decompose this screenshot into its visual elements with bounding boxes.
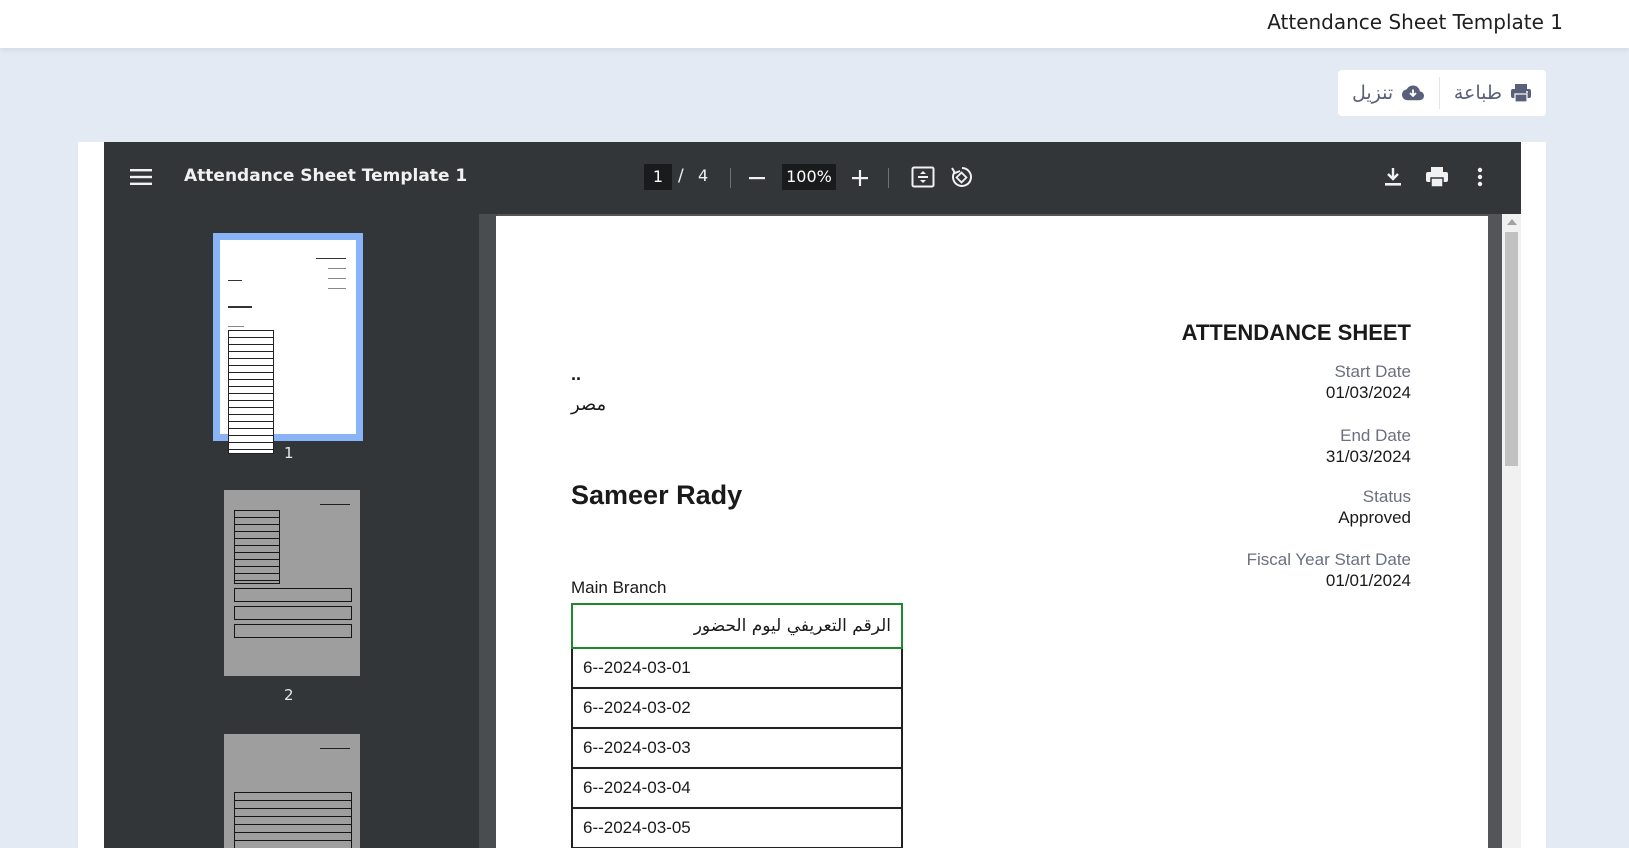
table-row: 6--2024-03-02: [571, 687, 903, 729]
page-number-input[interactable]: 1: [644, 164, 672, 190]
end-date-value: 31/03/2024: [1325, 447, 1411, 466]
attendance-table: الرقم التعريفي ليوم الحضور 6--2024-03-01…: [571, 603, 903, 848]
table-cell: 6--2024-03-01: [571, 647, 903, 689]
table-cell: 6--2024-03-04: [571, 767, 903, 809]
thumbnail-sidebar: 1 2: [104, 214, 479, 848]
content-gutter: [479, 214, 497, 848]
print-button[interactable]: طباعة: [1440, 70, 1546, 116]
scroll-thumb[interactable]: [1505, 232, 1518, 466]
action-bar: تنزيل طباعة: [1338, 70, 1546, 116]
page-thumbnail-2[interactable]: [224, 490, 360, 676]
table-header-cell: الرقم التعريفي ليوم الحضور: [571, 603, 903, 649]
page-thumbnail-1[interactable]: [213, 233, 363, 454]
company-country: مصر: [571, 394, 607, 415]
zoom-in-icon[interactable]: [848, 166, 872, 190]
thumbnail-label: 1: [284, 444, 294, 462]
table-row: 6--2024-03-01: [571, 647, 903, 689]
table-cell: 6--2024-03-05: [571, 807, 903, 848]
branch-name: Main Branch: [571, 578, 667, 597]
toolbar-divider: [730, 168, 731, 188]
sheet-title: ATTENDANCE SHEET: [1181, 320, 1411, 345]
download-icon[interactable]: [1380, 164, 1406, 190]
page-thumbnail-3[interactable]: [224, 734, 360, 848]
download-button[interactable]: تنزيل: [1338, 70, 1439, 116]
pdf-page: ATTENDANCE SHEET Start Date 01/03/2024 E…: [496, 216, 1488, 848]
status-label: Status: [1362, 487, 1411, 506]
zoom-out-icon[interactable]: [745, 166, 769, 190]
toolbar-divider: [888, 168, 889, 188]
start-date-value: 01/03/2024: [1325, 383, 1411, 402]
table-row: 6--2024-03-05: [571, 807, 903, 848]
download-label: تنزيل: [1352, 82, 1394, 104]
printer-icon: [1511, 84, 1531, 103]
page-separator: /: [678, 166, 684, 186]
employee-name: Sameer Rady: [571, 480, 743, 510]
scroll-up-icon[interactable]: [1507, 219, 1517, 225]
table-row: 6--2024-03-04: [571, 767, 903, 809]
app-header: Attendance Sheet Template 1: [0, 0, 1629, 48]
table-cell: 6--2024-03-03: [571, 727, 903, 769]
page-title: Attendance Sheet Template 1: [1267, 10, 1563, 34]
fiscal-year-label: Fiscal Year Start Date: [1246, 550, 1411, 569]
fit-page-icon[interactable]: [910, 164, 936, 190]
end-date-label: End Date: [1340, 426, 1411, 445]
fiscal-year-value: 01/01/2024: [1325, 571, 1411, 590]
thumbnail-label: 2: [284, 686, 294, 704]
print-icon[interactable]: [1423, 164, 1451, 190]
rotate-icon[interactable]: [949, 164, 975, 190]
page-total: 4: [698, 166, 709, 185]
table-cell: 6--2024-03-02: [571, 687, 903, 729]
more-vert-icon[interactable]: [1470, 164, 1490, 190]
pdf-toolbar: Attendance Sheet Template 1 1 / 4 100%: [104, 142, 1521, 214]
table-header-row: الرقم التعريفي ليوم الحضور: [571, 603, 903, 649]
table-row: 6--2024-03-03: [571, 727, 903, 769]
cloud-download-icon: [1402, 85, 1425, 101]
status-value: Approved: [1338, 508, 1411, 527]
zoom-input[interactable]: 100%: [782, 164, 836, 190]
page-scrollbar[interactable]: [1502, 214, 1521, 848]
start-date-label: Start Date: [1334, 362, 1411, 381]
print-label: طباعة: [1453, 82, 1502, 104]
pdf-viewer: Attendance Sheet Template 1 1 / 4 100% 1…: [104, 142, 1521, 848]
company-name: ..: [571, 364, 582, 384]
pdf-document-title: Attendance Sheet Template 1: [184, 166, 468, 186]
menu-icon[interactable]: [128, 164, 154, 190]
